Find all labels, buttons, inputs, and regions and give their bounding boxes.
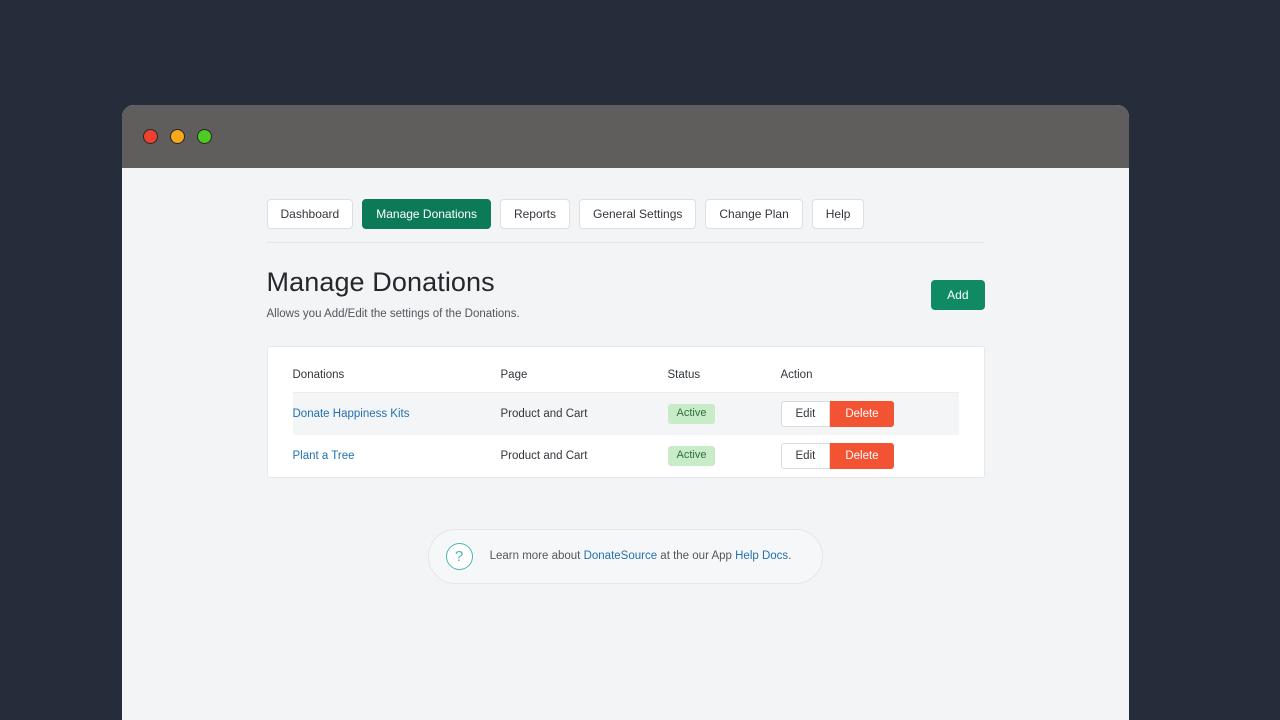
column-header-action: Action <box>781 347 959 393</box>
help-text-before: Learn more about <box>490 550 584 562</box>
cell-page: Product and Cart <box>501 435 668 477</box>
minimize-window-button[interactable] <box>170 129 185 144</box>
cell-action: Edit Delete <box>781 435 959 477</box>
app-window: Dashboard Manage Donations Reports Gener… <box>122 105 1129 720</box>
question-mark-circle-icon: ? <box>446 543 473 570</box>
page-header: Manage Donations Allows you Add/Edit the… <box>267 243 985 320</box>
help-docs-link[interactable]: Help Docs <box>735 550 788 562</box>
donatesource-link[interactable]: DonateSource <box>584 550 658 562</box>
cell-status: Active <box>668 393 781 435</box>
cell-status: Active <box>668 435 781 477</box>
cell-donation-name: Donate Happiness Kits <box>293 393 501 435</box>
tab-change-plan[interactable]: Change Plan <box>705 199 802 229</box>
table-header: Donations Page Status Action <box>293 347 959 393</box>
tab-help[interactable]: Help <box>812 199 865 229</box>
column-header-donations: Donations <box>293 347 501 393</box>
page-title: Manage Donations <box>267 266 520 300</box>
row-action-group: Edit Delete <box>781 443 959 469</box>
close-window-button[interactable] <box>143 129 158 144</box>
window-titlebar <box>122 105 1129 168</box>
donations-table-card: Donations Page Status Action Donate Happ… <box>267 346 985 478</box>
help-footer-wrap: ? Learn more about DonateSource at the o… <box>267 478 985 584</box>
column-header-status: Status <box>668 347 781 393</box>
help-footer-text: Learn more about DonateSource at the our… <box>490 550 792 562</box>
page-header-text: Manage Donations Allows you Add/Edit the… <box>267 266 520 320</box>
table-body: Donate Happiness Kits Product and Cart A… <box>293 393 959 477</box>
help-text-after: . <box>788 550 791 562</box>
donation-link[interactable]: Donate Happiness Kits <box>293 408 410 420</box>
table-row[interactable]: Plant a Tree Product and Cart Active Edi… <box>293 435 959 477</box>
cell-donation-name: Plant a Tree <box>293 435 501 477</box>
maximize-window-button[interactable] <box>197 129 212 144</box>
tab-general-settings[interactable]: General Settings <box>579 199 696 229</box>
page-body: Dashboard Manage Donations Reports Gener… <box>122 168 1129 720</box>
status-badge: Active <box>668 404 716 424</box>
page-subtitle: Allows you Add/Edit the settings of the … <box>267 308 520 320</box>
donation-link[interactable]: Plant a Tree <box>293 450 355 462</box>
delete-button[interactable]: Delete <box>830 401 893 427</box>
edit-button[interactable]: Edit <box>781 443 831 469</box>
help-text-middle: at the our App <box>657 550 735 562</box>
row-action-group: Edit Delete <box>781 401 959 427</box>
traffic-light-group <box>143 129 212 144</box>
cell-action: Edit Delete <box>781 393 959 435</box>
help-footer-box: ? Learn more about DonateSource at the o… <box>428 529 824 584</box>
tab-bar: Dashboard Manage Donations Reports Gener… <box>267 199 985 243</box>
status-badge: Active <box>668 446 716 466</box>
delete-button[interactable]: Delete <box>830 443 893 469</box>
cell-page: Product and Cart <box>501 393 668 435</box>
column-header-page: Page <box>501 347 668 393</box>
tab-dashboard[interactable]: Dashboard <box>267 199 354 229</box>
tab-reports[interactable]: Reports <box>500 199 570 229</box>
edit-button[interactable]: Edit <box>781 401 831 427</box>
table-header-row: Donations Page Status Action <box>293 347 959 393</box>
tab-manage-donations[interactable]: Manage Donations <box>362 199 491 229</box>
add-donation-button[interactable]: Add <box>931 280 984 310</box>
table-row[interactable]: Donate Happiness Kits Product and Cart A… <box>293 393 959 435</box>
donations-table: Donations Page Status Action Donate Happ… <box>293 347 959 477</box>
content-container: Dashboard Manage Donations Reports Gener… <box>267 168 985 584</box>
